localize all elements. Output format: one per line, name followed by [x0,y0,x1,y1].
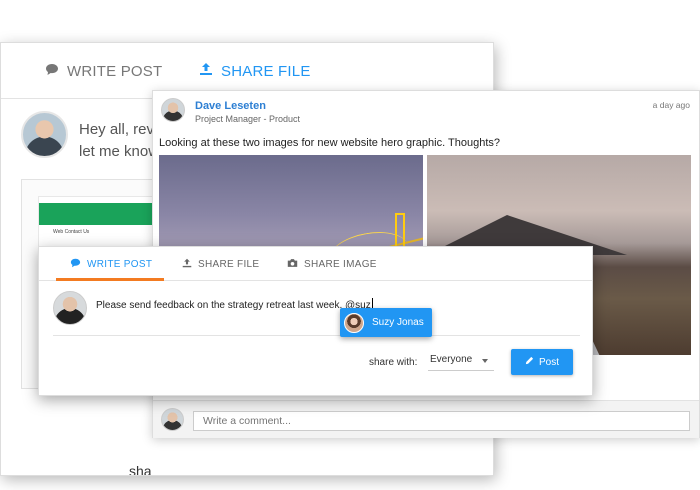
avatar [21,111,68,158]
avatar [161,98,185,122]
share-with-select[interactable]: Everyone [428,351,494,371]
preview-header-bar [39,203,157,225]
pencil-icon [525,356,534,368]
camera-icon [287,258,298,271]
post-author-role: Project Manager - Product [195,114,301,124]
tab-share-image-label: SHARE IMAGE [304,258,377,270]
avatar [161,408,184,431]
tab-share-file-label: SHARE FILE [198,258,260,270]
post-author-link[interactable]: Dave Leseten [195,100,266,112]
tab-share-file[interactable]: SHARE FILE [182,247,259,281]
composer-text-input[interactable]: Please send feedback on the strategy ret… [96,298,373,311]
avatar [53,291,87,325]
post-button[interactable]: Post [511,349,573,375]
mention-suggestion[interactable]: Suzy Jonas [340,308,432,337]
comment-bar [153,400,699,438]
post-button-label: Post [538,356,559,368]
divider [53,335,580,336]
dropdown-arrow-icon [482,359,488,363]
post-message: Looking at these two images for new webs… [159,137,500,149]
back-post-button[interactable] [377,475,467,476]
back-tab-share-label: SHARE FILE [221,62,311,80]
composer-card: WRITE POST SHARE FILE SHARE IMAGE Please… [38,246,593,396]
avatar [344,312,364,333]
back-tab-write-post[interactable]: WRITE POST [45,43,162,99]
upload-icon [199,62,213,80]
comment-input[interactable] [193,411,690,431]
upload-icon [182,258,192,271]
speech-bubble-icon [45,63,59,80]
tab-share-image[interactable]: SHARE IMAGE [287,247,377,281]
mention-name: Suzy Jonas [372,317,424,328]
tab-write-post[interactable]: WRITE POST [70,247,152,281]
composer-tab-bar: WRITE POST SHARE FILE SHARE IMAGE [39,247,592,281]
back-tab-write-label: WRITE POST [67,62,163,80]
share-with-label: share with: [369,357,418,368]
back-share-label: sha [129,463,152,476]
speech-bubble-icon [70,258,81,271]
tab-write-post-label: WRITE POST [87,258,153,270]
active-tab-indicator [56,278,164,281]
preview-caption: Web Contact Us [53,229,90,235]
post-timestamp: a day ago [652,100,690,110]
back-post-message: Hey all, revi let me know [79,121,160,160]
